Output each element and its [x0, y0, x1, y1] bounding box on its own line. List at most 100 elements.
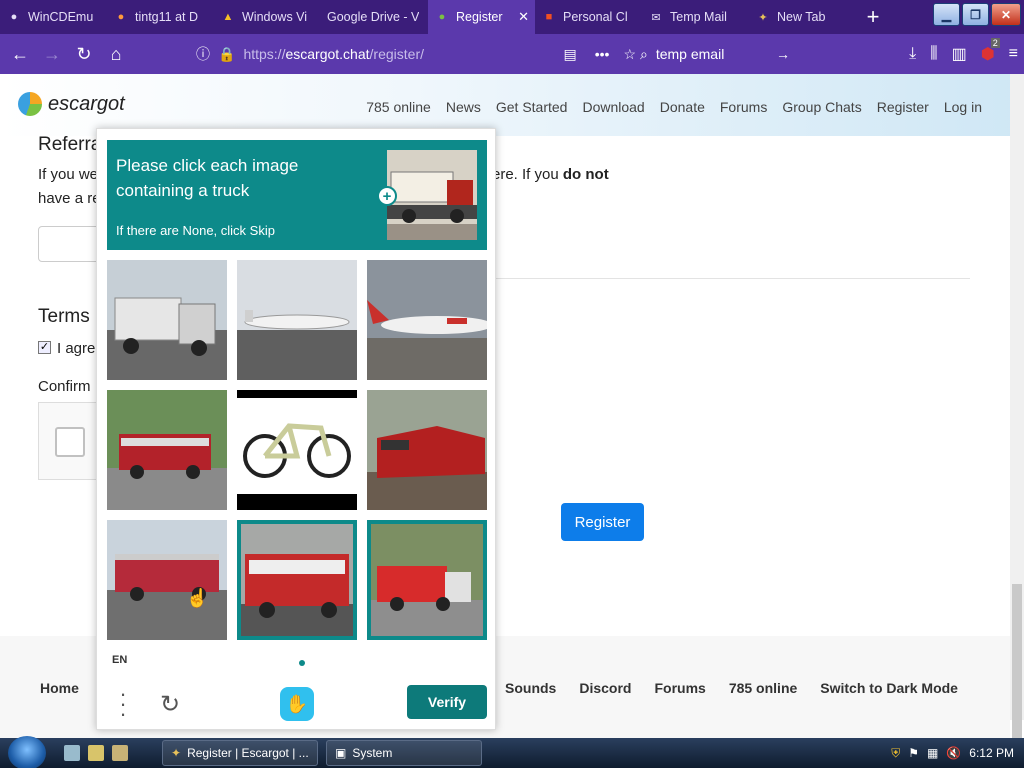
- window-controls: ▁ ❐ ✕: [933, 3, 1021, 26]
- mouse-cursor-icon: ☝: [186, 588, 209, 608]
- forward-icon[interactable]: →: [36, 34, 68, 74]
- download-icon[interactable]: ⤓: [909, 45, 916, 63]
- taskbar-item-browser[interactable]: ✦ Register | Escargot | ...: [162, 740, 318, 766]
- captcha-tile-2[interactable]: [237, 260, 357, 380]
- bicycle-image: [237, 390, 357, 510]
- hcaptcha-logo-icon[interactable]: ✋: [280, 687, 314, 721]
- taskbar-item-label: Register | Escargot | ...: [187, 746, 309, 760]
- language-selector[interactable]: EN: [112, 654, 127, 666]
- network-icon[interactable]: ▦: [927, 746, 938, 760]
- window-close-button[interactable]: ✕: [991, 3, 1021, 26]
- agree-label: I agre: [57, 340, 96, 357]
- security-icon[interactable]: ⛨: [891, 746, 900, 761]
- library-icon[interactable]: ⫼: [930, 45, 937, 63]
- expand-sample-icon[interactable]: +: [377, 186, 397, 206]
- nav-news[interactable]: News: [446, 99, 481, 115]
- tab-label: Personal Cl: [563, 10, 628, 24]
- home-icon[interactable]: ⌂: [100, 34, 132, 74]
- nav-forums[interactable]: Forums: [720, 99, 767, 115]
- sidebar-icon[interactable]: ▥: [952, 44, 967, 64]
- refresh-icon[interactable]: ↻: [155, 689, 185, 719]
- register-button[interactable]: Register: [561, 503, 644, 541]
- tab-windows[interactable]: ▲ Windows Vi: [214, 0, 321, 34]
- more-options-icon[interactable]: · · ·: [117, 683, 129, 725]
- tab-google-drive[interactable]: Google Drive - V: [321, 0, 428, 34]
- agree-checkbox[interactable]: ✓: [38, 341, 51, 354]
- tab-wincdemu[interactable]: ● WinCDEmu: [0, 0, 107, 34]
- tab-register[interactable]: ● Register ✕: [428, 0, 535, 34]
- reader-view-icon[interactable]: ▤: [563, 46, 576, 63]
- site-logo[interactable]: escargot: [18, 92, 125, 116]
- escargot-icon: ✦: [171, 746, 182, 760]
- tab-label: Windows Vi: [242, 10, 308, 24]
- new-tab-button[interactable]: +: [856, 0, 890, 34]
- footer-online[interactable]: 785 online: [729, 680, 797, 696]
- start-button[interactable]: [8, 736, 46, 768]
- footer-discord[interactable]: Discord: [579, 680, 631, 696]
- nav-get-started[interactable]: Get Started: [496, 99, 568, 115]
- search-go-icon[interactable]: →: [776, 46, 790, 62]
- captcha-tile-9[interactable]: [367, 520, 487, 640]
- nav-group-chats[interactable]: Group Chats: [782, 99, 861, 115]
- tab-temp-mail[interactable]: ✉ Temp Mail: [642, 0, 749, 34]
- footer-home[interactable]: Home: [40, 680, 79, 696]
- maximize-button[interactable]: ❐: [962, 3, 989, 26]
- footer-dark-mode[interactable]: Switch to Dark Mode: [820, 680, 958, 696]
- bookmark-star-icon[interactable]: ☆: [623, 46, 636, 63]
- footer-forums[interactable]: Forums: [654, 680, 705, 696]
- verify-button[interactable]: Verify: [407, 685, 487, 719]
- nav-login[interactable]: Log in: [944, 99, 982, 115]
- sample-image: [387, 150, 477, 240]
- page-scrollbar[interactable]: [1010, 74, 1024, 768]
- referral-text-2: have a re: [38, 190, 101, 207]
- search-input[interactable]: temp email: [656, 46, 724, 62]
- page-actions-icon[interactable]: •••: [595, 46, 610, 62]
- url-host: escargot.chat: [285, 46, 370, 62]
- captcha-tile-6[interactable]: [367, 390, 487, 510]
- volume-muted-icon[interactable]: 🔇: [946, 746, 961, 760]
- captcha-tile-4[interactable]: [107, 390, 227, 510]
- nav-online[interactable]: 785 online: [366, 99, 431, 115]
- tab-new-tab[interactable]: ✦ New Tab: [749, 0, 856, 34]
- firefox-icon: ●: [117, 11, 125, 23]
- newtab-icon: ✦: [758, 11, 768, 24]
- explorer-icon[interactable]: [88, 745, 104, 761]
- recaptcha-checkbox[interactable]: [55, 427, 85, 457]
- referral-text-1: If you we: [38, 166, 99, 183]
- nav-register[interactable]: Register: [877, 99, 929, 115]
- show-desktop-icon[interactable]: [64, 745, 80, 761]
- footer-sounds[interactable]: Sounds: [505, 680, 556, 696]
- ublock-badge: 2: [990, 38, 1000, 48]
- flag-icon[interactable]: ⚑: [908, 746, 919, 760]
- close-tab-icon[interactable]: ✕: [514, 9, 529, 25]
- taskbar-item-system[interactable]: ▣ System: [326, 740, 482, 766]
- back-icon[interactable]: ←: [4, 34, 36, 74]
- app-icon[interactable]: [112, 745, 128, 761]
- escargot-icon: ●: [438, 11, 446, 23]
- search-box[interactable]: ⌕ temp email →: [640, 40, 790, 68]
- google-drive-icon: ▲: [222, 11, 234, 23]
- url-bar[interactable]: ⓘ 🔒 https://escargot.chat/register/ ▤ ••…: [196, 40, 636, 68]
- clock[interactable]: 6:12 PM: [969, 746, 1014, 760]
- browser-tab-strip: ● WinCDEmu ● tintg11 at D ▲ Windows Vi Goog…: [0, 0, 1024, 34]
- captcha-tile-5[interactable]: [237, 390, 357, 510]
- captcha-tile-1[interactable]: [107, 260, 227, 380]
- fire-truck-image: [367, 520, 487, 640]
- mail-icon: ✉: [651, 11, 661, 24]
- captcha-tile-3[interactable]: [367, 260, 487, 380]
- minimize-button[interactable]: ▁: [933, 3, 960, 26]
- nav-download[interactable]: Download: [582, 99, 644, 115]
- captcha-tile-7[interactable]: [107, 520, 227, 640]
- tab-label: tintg11 at D: [135, 10, 199, 24]
- tab-tintg11[interactable]: ● tintg11 at D: [107, 0, 214, 34]
- menu-icon[interactable]: ≡: [1009, 45, 1018, 63]
- captcha-grid: [107, 260, 487, 640]
- reload-icon[interactable]: ↻: [68, 34, 100, 74]
- referral-tail-plain: ere. If you: [492, 166, 559, 183]
- info-icon[interactable]: ⓘ: [196, 44, 210, 64]
- site-header: escargot 785 online News Get Started Dow…: [0, 74, 1024, 136]
- tab-personal[interactable]: ■ Personal Cl: [535, 0, 642, 34]
- captcha-tile-8[interactable]: [237, 520, 357, 640]
- ublock-icon[interactable]: ⬢ 2: [981, 38, 1000, 64]
- nav-donate[interactable]: Donate: [660, 99, 705, 115]
